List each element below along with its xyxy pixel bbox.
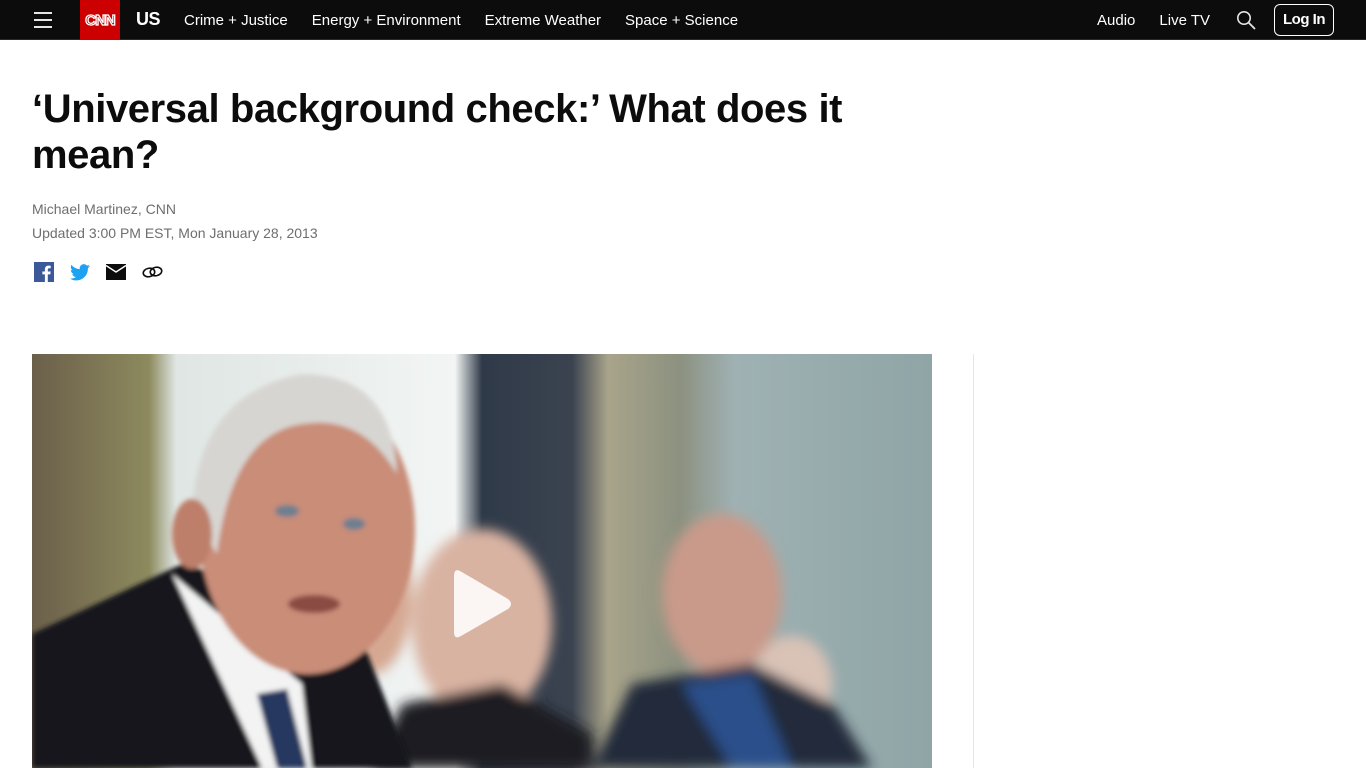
author-link[interactable]: Michael Martinez, CNN (32, 201, 176, 217)
login-button[interactable]: Log In (1274, 4, 1334, 36)
nav-link-energy-environment[interactable]: Energy + Environment (312, 12, 461, 29)
email-icon (106, 264, 126, 280)
top-navigation: CNN US Crime + Justice Energy + Environm… (0, 0, 1366, 40)
facebook-share-button[interactable] (33, 261, 55, 283)
nav-link-crime-justice[interactable]: Crime + Justice (184, 12, 288, 29)
video-player[interactable] (32, 354, 932, 768)
share-bar (33, 261, 177, 283)
facebook-icon (34, 262, 54, 282)
section-name[interactable]: US (136, 9, 161, 30)
twitter-share-button[interactable] (69, 261, 91, 283)
cnn-logo[interactable]: CNN (80, 0, 120, 40)
nav-link-space-science[interactable]: Space + Science (625, 12, 738, 29)
article-photo (32, 354, 932, 768)
nav-utilities: Audio Live TV Log In (1097, 0, 1334, 40)
logo-text: CNN (85, 11, 117, 29)
copy-link-button[interactable] (141, 261, 163, 283)
nav-link-audio[interactable]: Audio (1097, 12, 1135, 29)
right-rail-divider (973, 354, 974, 768)
hamburger-menu-icon[interactable] (34, 11, 54, 29)
email-share-button[interactable] (105, 261, 127, 283)
nav-link-live-tv[interactable]: Live TV (1159, 12, 1210, 29)
play-icon[interactable] (452, 565, 512, 643)
section-nav: Crime + Justice Energy + Environment Ext… (184, 0, 762, 40)
twitter-icon (70, 263, 90, 280)
search-icon[interactable] (1236, 10, 1256, 30)
timestamp: Updated 3:00 PM EST, Mon January 28, 201… (32, 225, 318, 241)
nav-link-extreme-weather[interactable]: Extreme Weather (485, 12, 601, 29)
article-headline: ‘Universal background check:’ What does … (32, 87, 843, 177)
copy-link-icon (141, 266, 163, 278)
byline: Michael Martinez, CNN (32, 201, 176, 217)
